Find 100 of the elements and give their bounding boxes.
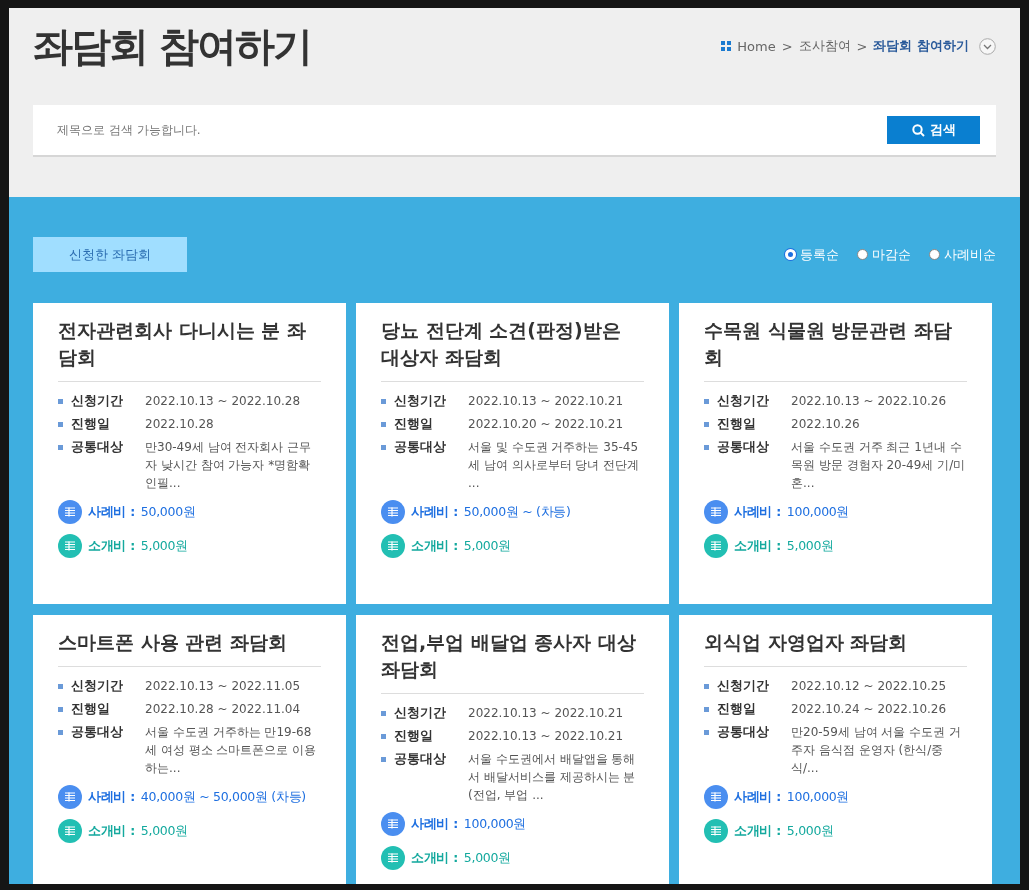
info-label: 공통대상 [717,438,770,456]
fee-value: 5,000원 [463,537,511,555]
card-title[interactable]: 외식업 자영업자 좌담회 [704,629,967,656]
info-label: 신청기간 [394,704,447,722]
fee-label: 사례비 : [411,815,458,833]
bullet-icon [381,399,386,404]
info-value: 2022.10.13 ~ 2022.11.05 [145,678,301,695]
info-value: 2022.10.13 ~ 2022.10.21 [468,393,624,410]
fee-value: 5,000원 [786,822,834,840]
info-value: 2022.10.13 ~ 2022.10.26 [791,393,947,410]
fee-value: 100,000원 [463,815,527,833]
card-title[interactable]: 당뇨 전단계 소견(판정)받은 대상자 좌담회 [381,317,644,371]
bullet-icon [381,711,386,716]
bullet-icon [381,734,386,739]
fee-label: 소개비 : [411,849,458,867]
event-card[interactable]: 전자관련회사 다니시는 분 좌담회 신청기간 2022.10.13 ~ 2022.10.28 진행일 2022.10.28 공통대상 만30-49세 남여 전자회사 근무자 낮시간 참여 가능자 *명함확인필... 사례비 : 50,000원 소개비 : 5,000원 [33,303,346,604]
fee-value: 100,000원 [786,788,850,806]
event-card[interactable]: 수목원 식물원 방문관련 좌담회 신청기간 2022.10.13 ~ 2022.10.26 진행일 2022.10.26 공통대상 서울 수도권 거주 최근 1년내 수목원 방문 경험자 20-49세 기/미혼... 사례비 : 100,000원 소개비 : 5,000원 [679,303,992,604]
info-value: 만20-59세 남여 서울 수도권 거주자 음식점 운영자 (한식/중식/... [791,724,963,777]
info-label: 신청기간 [71,677,124,695]
list-icon [58,819,82,843]
breadcrumb-separator: > [856,38,868,54]
info-value: 2022.10.28 ~ 2022.11.04 [145,701,301,718]
search-button[interactable]: 검색 [887,116,980,144]
breadcrumb-separator: > [781,38,793,54]
bullet-icon [58,684,63,689]
bullet-icon [381,445,386,450]
fee-value: 40,000원 ~ 50,000원 (차등) [140,788,306,806]
bullet-icon [704,399,709,404]
event-card[interactable]: 당뇨 전단계 소견(판정)받은 대상자 좌담회 신청기간 2022.10.13 ~ 2022.10.21 진행일 2022.10.20 ~ 2022.10.21 공통대상 서울 및 수도권 거주하는 35-45세 남여 의사로부터 당녀 전단계 ... 사례비 : 50,000원 ~ (차등) 소개비 : 5,000원 [356,303,669,604]
bullet-icon [381,422,386,427]
bullet-icon [381,757,386,762]
info-value: 2022.10.13 ~ 2022.10.21 [468,705,624,722]
bullet-icon [58,445,63,450]
bullet-icon [704,684,709,689]
fee-value: 5,000원 [463,849,511,867]
fee-label: 사례비 : [88,503,135,521]
list-icon [58,500,82,524]
bullet-icon [704,730,709,735]
event-card[interactable]: 스마트폰 사용 관련 좌담회 신청기간 2022.10.13 ~ 2022.11.05 진행일 2022.10.28 ~ 2022.11.04 공통대상 서울 수도권 거주하는 만19-68세 여성 평소 스마트폰으로 이용하는... 사례비 : 40,000원 ~ 50,000원 (차등) 소개비 : 5,000원 [33,615,346,884]
list-icon [381,812,405,836]
info-label: 공통대상 [71,723,124,741]
info-value: 2022.10.26 [791,416,860,433]
info-label: 진행일 [394,727,434,745]
fee-value: 50,000원 [140,503,196,521]
radio-icon[interactable] [857,249,868,260]
list-icon [381,846,405,870]
search-field[interactable]: 제목으로 검색 가능합니다. 검색 [33,105,996,155]
info-value: 2022.10.13 ~ 2022.10.21 [468,728,624,745]
info-label: 진행일 [394,415,434,433]
bullet-icon [58,422,63,427]
fee-label: 소개비 : [734,537,781,555]
list-icon [58,534,82,558]
list-icon [704,785,728,809]
card-title[interactable]: 수목원 식물원 방문관련 좌담회 [704,317,967,371]
bullet-icon [58,707,63,712]
fee-label: 사례비 : [734,788,781,806]
info-label: 신청기간 [717,392,770,410]
fee-value: 100,000원 [786,503,850,521]
info-label: 신청기간 [71,392,124,410]
info-label: 신청기간 [717,677,770,695]
fee-label: 사례비 : [411,503,458,521]
breadcrumb-link[interactable]: 좌담회 참여하기 [873,37,969,55]
bullet-icon [704,422,709,427]
applied-list-button[interactable]: 신청한 좌담회 [33,237,187,272]
fee-label: 소개비 : [88,537,135,555]
info-value: 서울 수도권 거주 최근 1년내 수목원 방문 경험자 20-49세 기/미혼... [791,439,967,492]
info-value: 서울 및 수도권 거주하는 35-45세 남여 의사로부터 당녀 전단계 ... [468,439,641,492]
chevron-down-icon[interactable] [979,37,996,55]
card-title[interactable]: 전자관련회사 다니시는 분 좌담회 [58,317,321,371]
fee-value: 5,000원 [140,537,188,555]
list-icon [704,819,728,843]
info-value: 2022.10.28 [145,416,214,433]
event-card[interactable]: 전업,부업 배달업 종사자 대상 좌담회 신청기간 2022.10.13 ~ 2022.10.21 진행일 2022.10.13 ~ 2022.10.21 공통대상 서울 수도권에서 배달앱을 통해서 배달서비스를 제공하시는 분(전업, 부업 ... 사례비 : 100,000원 소개비 : 5,000원 [356,615,669,884]
card-title[interactable]: 스마트폰 사용 관련 좌담회 [58,629,321,656]
fee-label: 소개비 : [88,822,135,840]
info-label: 진행일 [717,415,757,433]
fee-value: 5,000원 [140,822,188,840]
breadcrumb-link[interactable]: Home [737,38,776,54]
list-icon [704,500,728,524]
event-card[interactable]: 외식업 자영업자 좌담회 신청기간 2022.10.12 ~ 2022.10.25 진행일 2022.10.24 ~ 2022.10.26 공통대상 만20-59세 남여 서울 수도권 거주자 음식점 운영자 (한식/중식/... 사례비 : 100,000원 소개비 : 5,000원 [679,615,992,884]
card-title[interactable]: 전업,부업 배달업 종사자 대상 좌담회 [381,629,644,683]
search-icon [911,123,925,137]
bullet-icon [704,707,709,712]
info-label: 진행일 [71,415,111,433]
bullet-icon [704,445,709,450]
breadcrumb-link[interactable]: 조사참여 [798,37,851,55]
info-label: 공통대상 [717,723,770,741]
info-value: 2022.10.20 ~ 2022.10.21 [468,416,624,433]
list-icon [381,534,405,558]
info-value: 2022.10.12 ~ 2022.10.25 [791,678,947,695]
fee-value: 50,000원 ~ (차등) [463,503,571,521]
list-icon [704,534,728,558]
radio-icon[interactable] [929,249,940,260]
info-value: 서울 수도권 거주하는 만19-68세 여성 평소 스마트폰으로 이용하는... [145,724,318,777]
info-value: 2022.10.13 ~ 2022.10.28 [145,393,301,410]
info-label: 공통대상 [394,438,447,456]
fee-label: 소개비 : [411,537,458,555]
fee-value: 5,000원 [786,537,834,555]
fee-label: 사례비 : [88,788,135,806]
